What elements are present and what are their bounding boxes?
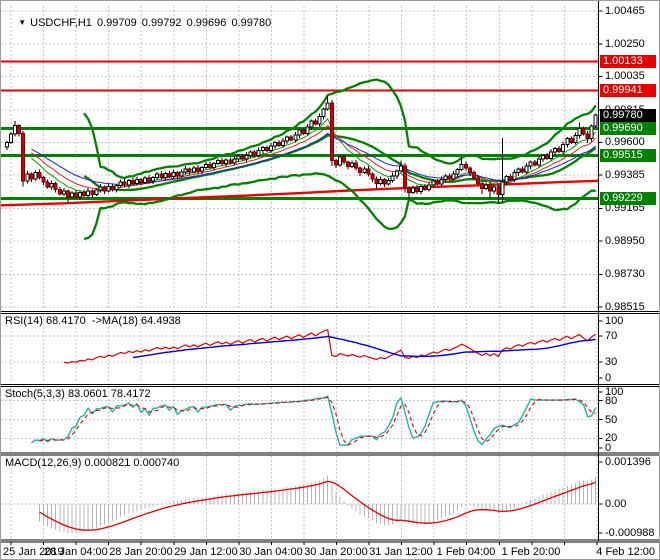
time-axis-label: 1 Feb 20:00 bbox=[501, 546, 561, 558]
rsi-indicator-label: RSI(14) 68.4170 ->MA(18) 64.4938 bbox=[5, 315, 181, 327]
rsi-axis-tick: 30 bbox=[605, 356, 618, 369]
price-axis-tick: 0.98515 bbox=[605, 301, 645, 313]
stoch-axis-tick: 0 bbox=[605, 442, 612, 454]
time-axis-label: 31 Jan 12:00 bbox=[369, 546, 433, 558]
stoch-axis-tick: 50 bbox=[605, 413, 618, 426]
rsi-axis-tick: 0 bbox=[605, 372, 612, 384]
current-price-badge: 0.99780 bbox=[600, 108, 656, 122]
price-axis-tick: 1.00250 bbox=[605, 37, 645, 50]
macd-indicator-label: MACD(12,26,9) 0.000821 0.000740 bbox=[5, 457, 180, 469]
price-axis-tick: 0.99600 bbox=[605, 136, 645, 149]
time-axis-label: 28 Jan 04:00 bbox=[44, 546, 108, 558]
macd-axis-tick: -0.000988 bbox=[605, 527, 655, 539]
time-axis-label: 29 Jan 12:00 bbox=[174, 546, 238, 558]
macd-axis-tick: 0.001396 bbox=[605, 456, 651, 468]
macd-axis-tick: 0.00 bbox=[605, 498, 627, 510]
ohlc-low: 0.99696 bbox=[186, 17, 227, 29]
chart-title: ▼ USDCHF,H1 0.99709 0.99792 0.99696 0.997… bbox=[6, 5, 273, 41]
price-axis-tick: 1.00035 bbox=[605, 70, 645, 83]
price-level-badge: 0.99690 bbox=[600, 122, 656, 136]
price-axis-tick: 1.00465 bbox=[605, 5, 645, 18]
chart-symbol-period: USDCHF,H1 bbox=[30, 17, 92, 29]
ohlc-close: 0.99780 bbox=[231, 17, 272, 29]
chart-canvas[interactable] bbox=[1, 1, 660, 560]
price-axis-tick: 0.98730 bbox=[605, 268, 645, 281]
price-level-badge: 0.99941 bbox=[600, 84, 656, 98]
mt5-chart-window: ▼ USDCHF,H1 0.99709 0.99792 0.99696 0.997… bbox=[0, 0, 660, 560]
chart-dropdown-icon[interactable]: ▼ bbox=[18, 18, 26, 27]
rsi-axis-tick: 70 bbox=[605, 329, 618, 342]
stoch-indicator-label: Stoch(5,3,3) 83.0601 78.4172 bbox=[5, 388, 151, 400]
price-axis-tick: 0.98950 bbox=[605, 235, 645, 247]
time-axis-label: 4 Feb 12:00 bbox=[596, 546, 655, 558]
rsi-axis-tick: 100 bbox=[605, 315, 624, 327]
price-axis-tick: 0.99385 bbox=[605, 169, 645, 181]
time-axis-label: 1 Feb 04:00 bbox=[436, 546, 496, 558]
price-level-badge: 0.99229 bbox=[600, 192, 656, 206]
stoch-axis-tick: 80 bbox=[605, 394, 618, 407]
price-level-badge: 1.00133 bbox=[600, 55, 656, 69]
ohlc-open: 0.99709 bbox=[96, 17, 137, 29]
time-axis-label: 30 Jan 04:00 bbox=[239, 546, 303, 558]
time-axis-label: 28 Jan 20:00 bbox=[109, 546, 173, 558]
price-level-badge: 0.99515 bbox=[600, 148, 656, 162]
ohlc-high: 0.99792 bbox=[141, 17, 182, 29]
time-axis-label: 30 Jan 20:00 bbox=[304, 546, 368, 558]
